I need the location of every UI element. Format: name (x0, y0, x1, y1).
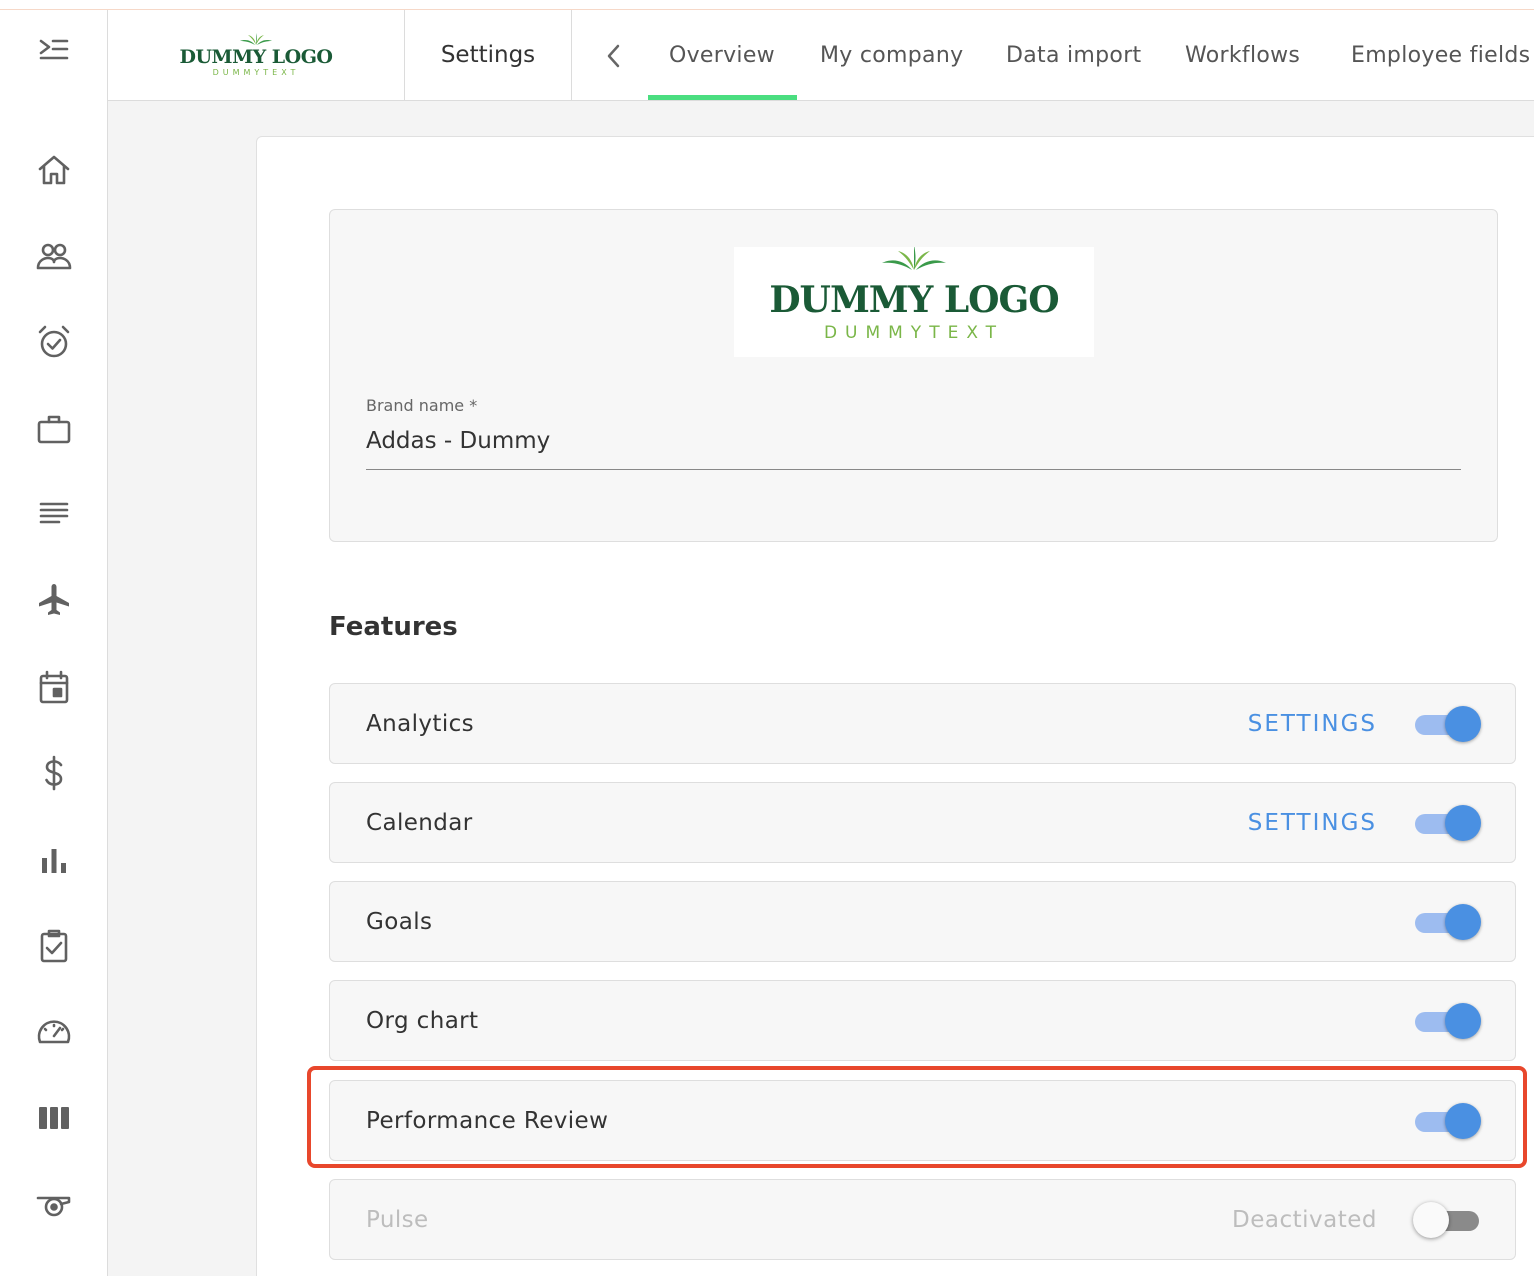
columns-icon[interactable] (30, 1094, 78, 1142)
feature-row-org-chart: Org chart (329, 980, 1516, 1061)
tab-employee-fields[interactable]: Employee fields (1351, 10, 1530, 100)
brand-logo[interactable]: DUMMY LOGO DUMMYTEXT (734, 247, 1094, 357)
speedometer-icon[interactable] (30, 1008, 78, 1056)
toggle-knob (1445, 1003, 1481, 1039)
people-icon[interactable] (30, 232, 78, 280)
top-strip (0, 0, 1534, 10)
features-heading: Features (329, 612, 458, 642)
feature-settings-link[interactable]: SETTINGS (1248, 783, 1377, 862)
clipboard-check-icon[interactable] (30, 922, 78, 970)
feature-status-label: Deactivated (1232, 1206, 1377, 1233)
brand-name-label: Brand name * (366, 396, 478, 415)
tab-label: Data import (1006, 42, 1142, 68)
feature-toggle-analytics[interactable] (1413, 706, 1481, 742)
feature-toggle-pulse[interactable] (1413, 1202, 1481, 1238)
brand-logo-subtitle: DUMMYTEXT (823, 323, 1005, 343)
menu-collapse-icon[interactable] (30, 27, 78, 75)
feature-row-goals: Goals (329, 881, 1516, 962)
feature-toggle-org-chart[interactable] (1413, 1003, 1481, 1039)
logo-title: DUMMY LOGO (179, 46, 333, 68)
alarm-check-icon[interactable] (30, 318, 78, 366)
whistle-icon[interactable] (30, 1180, 78, 1228)
logo-leaf-icon (240, 33, 272, 45)
home-icon[interactable] (30, 146, 78, 194)
page-title: Settings (405, 10, 572, 100)
calendar-event-icon[interactable] (30, 663, 78, 711)
brand-logo-title: DUMMY LOGO (769, 279, 1059, 321)
feature-row-pulse: Pulse Deactivated (329, 1179, 1516, 1260)
feature-row-performance-review: Performance Review (329, 1080, 1516, 1161)
chevron-left-icon (607, 44, 620, 68)
document-lines-icon[interactable] (30, 490, 78, 538)
briefcase-icon[interactable] (30, 405, 78, 453)
airplane-icon[interactable] (30, 576, 78, 624)
toggle-knob (1413, 1202, 1449, 1238)
toggle-knob (1445, 904, 1481, 940)
feature-row-analytics: Analytics SETTINGS (329, 683, 1516, 764)
dollar-icon[interactable] (30, 749, 78, 797)
feature-toggle-performance-review[interactable] (1413, 1103, 1481, 1139)
bar-chart-icon[interactable] (30, 836, 78, 884)
feature-row-calendar: Calendar SETTINGS (329, 782, 1516, 863)
feature-name: Analytics (366, 710, 475, 737)
logo-subtitle: DUMMYTEXT (212, 68, 300, 77)
toggle-knob (1445, 706, 1481, 742)
tab-label: Employee fields (1351, 42, 1531, 68)
tabs-scroll-back-button[interactable] (596, 34, 632, 78)
feature-name: Calendar (366, 809, 473, 836)
feature-settings-link[interactable]: SETTINGS (1248, 684, 1377, 763)
company-logo[interactable]: DUMMY LOGO DUMMYTEXT (108, 10, 405, 100)
feature-name: Org chart (366, 1007, 479, 1034)
feature-toggle-calendar[interactable] (1413, 805, 1481, 841)
tab-my-company[interactable]: My company (820, 10, 963, 100)
feature-toggle-goals[interactable] (1413, 904, 1481, 940)
feature-name: Pulse (366, 1206, 429, 1233)
toggle-knob (1445, 805, 1481, 841)
top-bar: DUMMY LOGO DUMMYTEXT Settings Overview M… (108, 10, 1534, 101)
tab-label: My company (820, 42, 964, 68)
toggle-knob (1445, 1103, 1481, 1139)
brand-logo-leaf-icon (882, 247, 946, 270)
sidebar (0, 10, 108, 1276)
brand-name-input[interactable]: Addas - Dummy (366, 428, 1461, 470)
tab-workflows[interactable]: Workflows (1185, 10, 1300, 100)
tab-label: Workflows (1185, 42, 1301, 68)
tab-label: Overview (669, 42, 775, 68)
tab-data-import[interactable]: Data import (1006, 10, 1141, 100)
brand-card: DUMMY LOGO DUMMYTEXT Brand name * Addas … (329, 209, 1498, 542)
feature-name: Performance Review (366, 1107, 609, 1134)
tab-overview[interactable]: Overview (648, 10, 797, 100)
feature-name: Goals (366, 908, 433, 935)
